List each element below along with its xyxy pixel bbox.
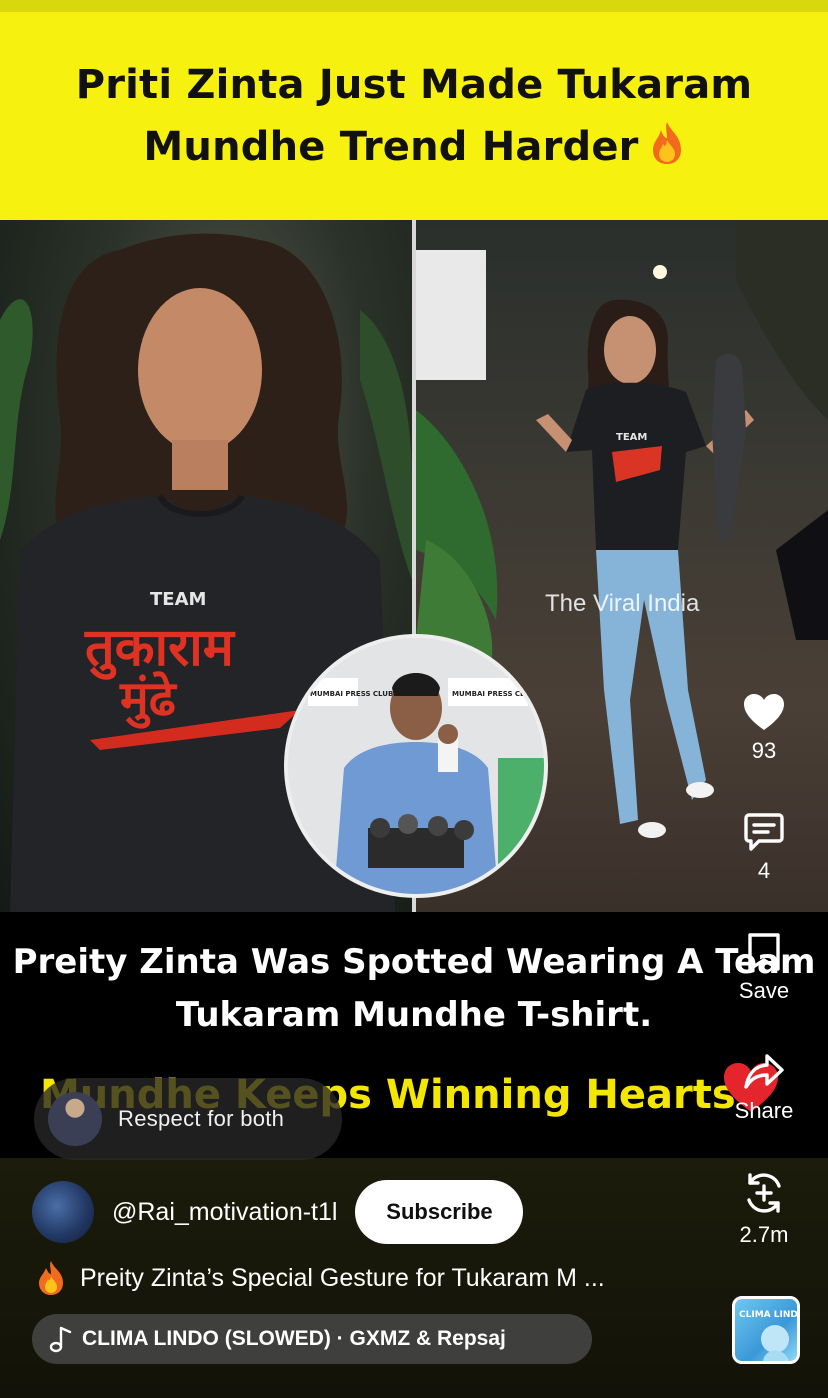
fire-icon: [39, 1261, 63, 1295]
comment-count: 4: [757, 858, 771, 883]
share-label: Share: [734, 1098, 794, 1123]
sound-cover-image: CLIMA LINDO: [739, 1310, 797, 1361]
subscribe-button[interactable]: Subscribe: [355, 1180, 524, 1244]
inset-sign-right: MUMBAI PRESS CLUB: [452, 690, 535, 698]
caption-line-2: Tukaram Mundhe T-shirt.: [175, 995, 653, 1035]
channel-handle[interactable]: @Rai_motivation-t1l: [112, 1198, 337, 1227]
banner-line-2-text: Mundhe Trend Harder: [143, 124, 639, 170]
banner-line-1: Priti Zinta Just Made Tukaram: [75, 62, 753, 108]
save-label: Save: [738, 978, 790, 1003]
bookmark-icon: [748, 933, 780, 971]
remix-button[interactable]: 2.7m: [724, 1170, 804, 1248]
shirt-surname-text: मुंढे: [119, 671, 178, 729]
short-title-row[interactable]: Preity Zinta’s Special Gesture for Tukar…: [36, 1260, 605, 1296]
title-banner: Priti Zinta Just Made Tukaram Mundhe Tre…: [0, 12, 828, 220]
save-button[interactable]: Save: [724, 932, 804, 1004]
share-icon: [744, 1054, 784, 1089]
man-press-conference-inset: MUMBAI PRESS CLUB MUMBAI PRESS CLUB: [284, 634, 548, 898]
like-button[interactable]: 93: [724, 692, 804, 764]
music-label: CLIMA LINDO (SLOWED) · GXMZ & Repsaj: [82, 1327, 506, 1350]
music-pill[interactable]: CLIMA LINDO (SLOWED) · GXMZ & Repsaj: [32, 1314, 592, 1364]
comments-button[interactable]: 4: [724, 812, 804, 884]
fire-icon: [652, 122, 681, 164]
heart-icon: [744, 694, 784, 730]
music-note-icon: [49, 1326, 72, 1353]
caption-line-1: Preity Zinta Was Spotted Wearing A Team: [12, 942, 816, 982]
inset-sign-left: MUMBAI PRESS CLUB: [310, 690, 393, 698]
sound-thumb-text: CLIMA LINDO: [739, 1310, 797, 1320]
press-conference-image: MUMBAI PRESS CLUB MUMBAI PRESS CLUB: [288, 638, 544, 894]
remix-icon: [747, 1173, 781, 1213]
comment-icon: [744, 813, 784, 851]
share-button[interactable]: Share: [724, 1052, 804, 1124]
sound-thumbnail[interactable]: CLIMA LINDO: [732, 1296, 800, 1364]
shirt-team-text: TEAM: [150, 589, 206, 610]
channel-row: @Rai_motivation-t1l Subscribe: [32, 1180, 524, 1244]
watermark-text: The Viral India: [545, 590, 700, 617]
remix-count: 2.7m: [739, 1222, 789, 1247]
comment-text: Respect for both: [118, 1106, 285, 1131]
channel-avatar[interactable]: [32, 1181, 94, 1243]
comment-preview[interactable]: Respect for both: [34, 1078, 342, 1160]
banner-line-2: Mundhe Trend Harder: [143, 116, 684, 178]
commenter-avatar: [48, 1092, 102, 1146]
short-title: Preity Zinta’s Special Gesture for Tukar…: [80, 1263, 605, 1292]
svg-text:TEAM: TEAM: [616, 432, 647, 443]
like-count: 93: [751, 738, 777, 763]
